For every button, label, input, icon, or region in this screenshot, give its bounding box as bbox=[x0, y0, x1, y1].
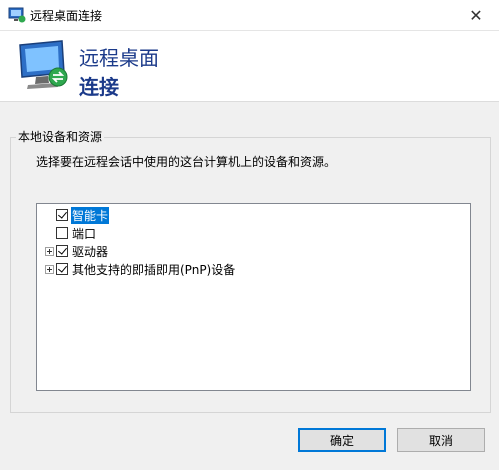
window-title: 远程桌面连接 bbox=[30, 9, 103, 23]
header-title-line1: 远程桌面 bbox=[79, 46, 159, 70]
header-banner: 远程桌面 连接 bbox=[0, 31, 499, 102]
tree-item-label: 端口 bbox=[72, 226, 97, 241]
checkbox-icon[interactable] bbox=[56, 263, 68, 275]
tree-item-smartcard[interactable]: 智能卡 bbox=[45, 206, 110, 224]
ok-button[interactable]: 确定 bbox=[298, 428, 386, 452]
plus-expander-icon[interactable] bbox=[45, 264, 54, 274]
tree-item-pnp-devices[interactable]: 其他支持的即插即用(PnP)设备 bbox=[45, 260, 236, 278]
group-description: 选择要在远程会话中使用的这台计算机上的设备和资源。 bbox=[36, 155, 337, 169]
close-icon[interactable]: ✕ bbox=[453, 0, 499, 30]
tree-item-label: 其他支持的即插即用(PnP)设备 bbox=[72, 262, 236, 277]
header-title-line2: 连接 bbox=[79, 75, 119, 99]
remote-desktop-icon bbox=[8, 7, 26, 23]
checkbox-icon[interactable] bbox=[56, 245, 68, 257]
title-bar: 远程桌面连接 ✕ bbox=[0, 0, 499, 31]
group-legend: 本地设备和资源 bbox=[16, 128, 105, 145]
checkbox-icon[interactable] bbox=[56, 209, 68, 221]
plus-expander-icon[interactable] bbox=[45, 246, 54, 256]
remote-desktop-large-icon bbox=[18, 39, 72, 91]
device-tree[interactable]: 智能卡 端口 驱动器 其他支持的即插即用(PnP)设备 bbox=[36, 203, 471, 391]
tree-item-label: 驱动器 bbox=[72, 244, 109, 259]
checkbox-icon[interactable] bbox=[56, 227, 68, 239]
tree-item-drives[interactable]: 驱动器 bbox=[45, 242, 109, 260]
cancel-button[interactable]: 取消 bbox=[397, 428, 485, 452]
tree-item-ports[interactable]: 端口 bbox=[45, 224, 97, 242]
tree-item-label: 智能卡 bbox=[71, 206, 110, 224]
